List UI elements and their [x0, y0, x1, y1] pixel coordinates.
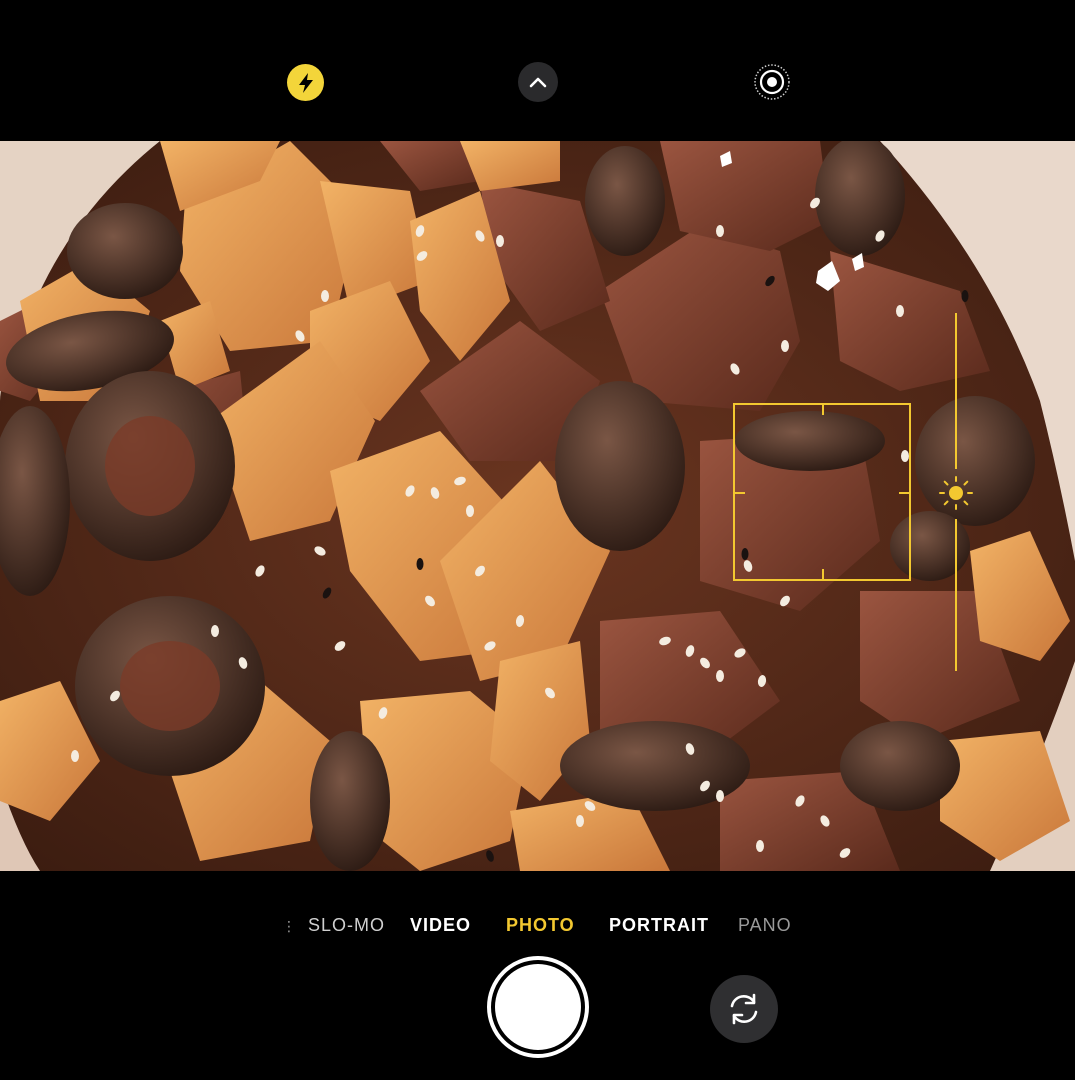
mode-video[interactable]: VIDEO — [410, 915, 471, 936]
focus-tick-top — [822, 405, 824, 415]
exposure-slider-track-bottom[interactable] — [955, 519, 957, 671]
mode-edge-indicator: ⋮ — [282, 918, 297, 934]
mode-photo[interactable]: PHOTO — [506, 915, 575, 936]
flash-icon — [298, 72, 313, 93]
camera-flip-icon — [730, 993, 758, 1025]
mode-slo-mo[interactable]: SLO-MO — [308, 915, 385, 936]
flash-button[interactable] — [287, 64, 324, 101]
sun-icon — [939, 476, 973, 510]
shutter-inner — [495, 964, 581, 1050]
mode-selector[interactable]: ⋮ SLO-MO VIDEO PHOTO PORTRAIT PANO — [0, 915, 1075, 945]
mode-pano[interactable]: PANO — [738, 915, 792, 936]
focus-tick-right — [899, 492, 909, 494]
viewfinder-scene — [0, 141, 1075, 871]
bottom-controls-bar: ⋮ SLO-MO VIDEO PHOTO PORTRAIT PANO — [0, 871, 1075, 1080]
camera-viewfinder[interactable] — [0, 141, 1075, 871]
top-controls-bar — [0, 0, 1075, 141]
exposure-slider-track-top[interactable] — [955, 313, 957, 469]
shutter-button[interactable] — [487, 956, 589, 1058]
live-photo-icon — [754, 64, 790, 100]
mode-portrait[interactable]: PORTRAIT — [609, 915, 709, 936]
focus-square-icon — [733, 403, 911, 581]
exposure-adjust-handle[interactable] — [938, 475, 974, 511]
controls-expand-button[interactable] — [518, 62, 558, 102]
chevron-up-icon — [529, 77, 547, 88]
focus-tick-left — [735, 492, 745, 494]
focus-tick-bottom — [822, 569, 824, 579]
live-photo-button[interactable] — [752, 62, 792, 102]
camera-flip-button[interactable] — [710, 975, 778, 1043]
